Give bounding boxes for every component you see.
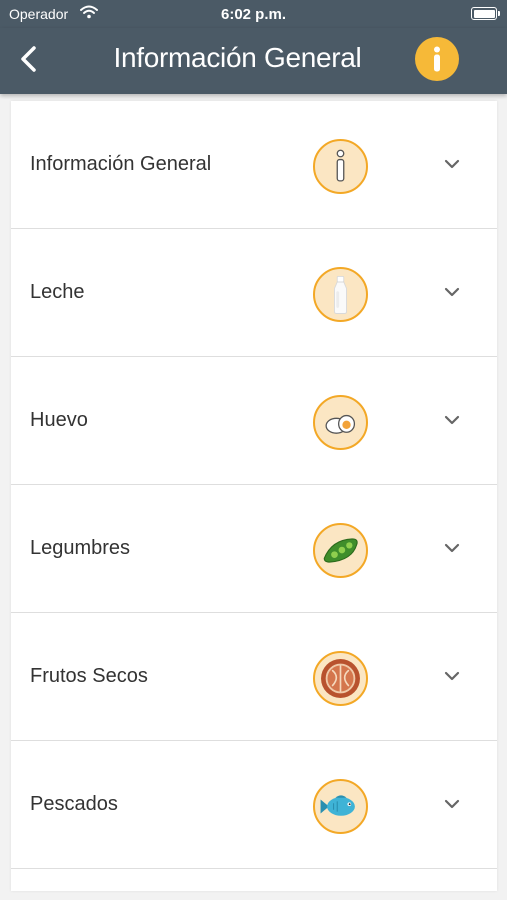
fish-icon xyxy=(313,779,368,834)
chevron-down-icon xyxy=(444,799,460,809)
nav-bar: Información General xyxy=(0,28,507,94)
list-item-label: Frutos Secos xyxy=(30,665,148,687)
chevron-down-icon xyxy=(444,671,460,681)
list-item-frutos-secos[interactable]: Frutos Secos xyxy=(11,613,497,741)
egg-icon xyxy=(313,395,368,450)
list-item-legumbres[interactable]: Legumbres xyxy=(11,485,497,613)
info-icon xyxy=(434,46,440,72)
list-item-informacion-general[interactable]: Información General xyxy=(11,101,497,229)
allergen-list: Información General Leche Huevo Legumbre… xyxy=(11,101,497,891)
list-item-leche[interactable]: Leche xyxy=(11,229,497,357)
chevron-down-icon xyxy=(444,543,460,553)
list-item-label: Leche xyxy=(30,281,85,303)
list-item-label: Legumbres xyxy=(30,537,131,559)
chevron-down-icon xyxy=(444,287,460,297)
battery-icon xyxy=(471,7,500,20)
list-item-huevo[interactable]: Huevo xyxy=(11,357,497,485)
page-title: Información General xyxy=(113,42,362,73)
chevron-down-icon xyxy=(444,415,460,425)
milk-bottle-icon xyxy=(313,267,368,322)
status-bar: Operador 6:02 p.m. xyxy=(0,0,507,28)
list-item-pescados[interactable]: Pescados xyxy=(11,741,497,869)
list-item-label: Pescados xyxy=(30,793,118,815)
status-time: 6:02 p.m. xyxy=(220,6,287,23)
list-item-label: Huevo xyxy=(30,409,88,431)
chevron-down-icon xyxy=(444,159,460,169)
walnut-icon xyxy=(313,651,368,706)
list-item-label: Información General xyxy=(30,153,212,175)
info-button[interactable] xyxy=(415,37,459,81)
info-icon xyxy=(313,139,368,194)
legume-pod-icon xyxy=(313,523,368,578)
